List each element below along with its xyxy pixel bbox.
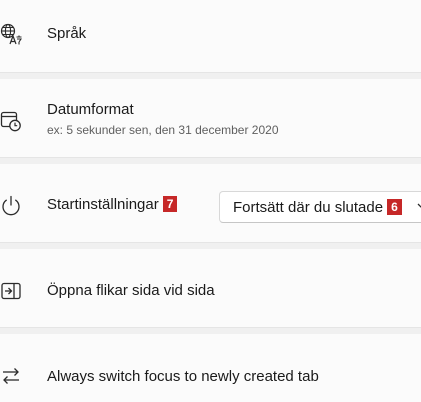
startup-dropdown-badge: 6 [387, 199, 402, 215]
split-tabs-icon [0, 280, 22, 302]
calendar-clock-icon [0, 110, 22, 132]
startup-label-text: Startinställningar [47, 196, 159, 213]
date-format-example: ex: 5 sekunder sen, den 31 december 2020 [47, 123, 279, 137]
switch-focus-row[interactable]: Always switch focus to newly created tab [0, 334, 421, 402]
date-format-label: Datumformat [47, 101, 134, 118]
startup-dropdown-value-text: Fortsätt där du slutade [233, 199, 384, 216]
chevron-down-icon [416, 200, 421, 212]
settings-page: Språk Datumformat ex: 5 sekunder sen, de… [0, 0, 421, 402]
side-by-side-label: Öppna flikar sida vid sida [47, 282, 215, 299]
language-icon [0, 23, 22, 45]
startup-label: Startinställningar 7 [47, 196, 178, 213]
startup-row: Startinställningar 7 Fortsätt där du slut… [0, 164, 421, 243]
switch-focus-label: Always switch focus to newly created tab [47, 368, 319, 385]
date-format-row[interactable]: Datumformat ex: 5 sekunder sen, den 31 d… [0, 79, 421, 158]
language-label: Språk [47, 25, 87, 42]
side-by-side-row[interactable]: Öppna flikar sida vid sida [0, 249, 421, 328]
power-icon [0, 195, 22, 217]
switch-arrows-icon [0, 365, 22, 387]
startup-badge: 7 [162, 196, 178, 212]
language-row[interactable]: Språk [0, 0, 421, 73]
startup-dropdown-value: Fortsätt där du slutade 6 [233, 199, 402, 216]
startup-dropdown[interactable]: Fortsätt där du slutade 6 [219, 191, 421, 223]
